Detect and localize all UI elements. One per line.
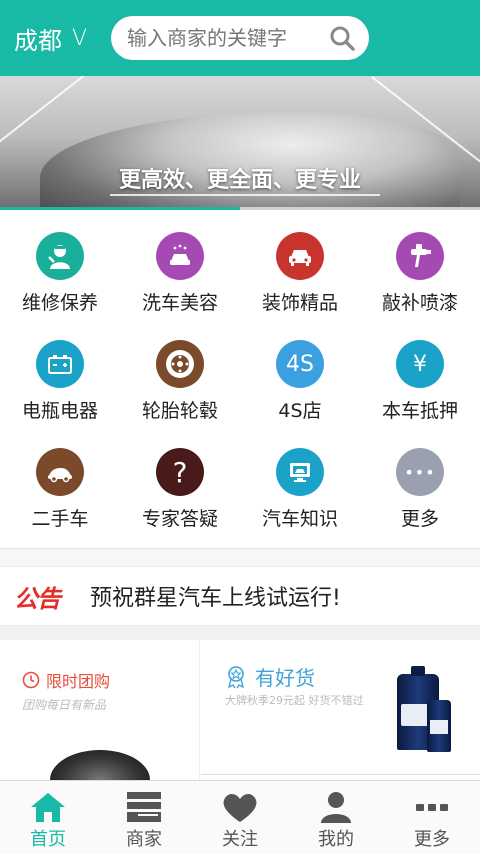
tab-label: 首页 [30, 829, 66, 850]
good-goods-title: 有好货 [255, 666, 315, 690]
category-spray-gun[interactable]: 敲补喷漆 [360, 210, 480, 318]
category-label: 专家答疑 [141, 508, 218, 530]
announcement-tag: 公告 [14, 584, 61, 613]
tab-label: 商家 [126, 829, 162, 850]
more-icon [410, 789, 454, 825]
good-goods-card[interactable]: 有好货 大牌秋季29元起 好货不错过 [201, 640, 480, 780]
4s-store-icon: 4S [276, 340, 324, 388]
search-box[interactable] [111, 16, 369, 60]
car-front-icon [276, 232, 324, 280]
ribbon-icon [227, 665, 245, 688]
tab-more[interactable]: 更多 [384, 781, 480, 854]
4s-store-icon-text: 4S [286, 351, 314, 377]
store-icon [122, 789, 166, 825]
tab-label: 更多 [414, 829, 450, 850]
category-monitor[interactable]: 汽车知识 [240, 426, 360, 534]
user-icon [314, 789, 358, 825]
tab-label: 我的 [318, 829, 354, 850]
city-label: 成都 [14, 26, 62, 55]
yen-icon-text: ¥ [413, 351, 427, 377]
group-buy-title-row: 限时团购 [22, 668, 110, 692]
category-car-wash[interactable]: 洗车美容 [120, 210, 240, 318]
category-label: 更多 [400, 508, 439, 530]
category-more-dots[interactable]: ••• 更多 [360, 426, 480, 534]
tab-heart[interactable]: 关注 [192, 781, 288, 854]
banner-carousel[interactable]: 更高效、更全面、更专业 [0, 76, 480, 210]
category-label: 汽车知识 [261, 508, 338, 530]
mechanic-icon [36, 232, 84, 280]
category-label: 轮胎轮毂 [141, 400, 218, 422]
top-header: 成都 V [0, 0, 480, 76]
category-label: 二手车 [31, 508, 89, 530]
category-label: 电瓶电器 [21, 400, 98, 422]
category-question[interactable]: ? 专家答疑 [120, 426, 240, 534]
spray-gun-icon [396, 232, 444, 280]
category-label: 装饰精品 [261, 292, 338, 314]
section-divider [0, 548, 480, 566]
category-car-front[interactable]: 装饰精品 [240, 210, 360, 318]
category-label: 敲补喷漆 [381, 292, 458, 314]
heart-icon [218, 789, 262, 825]
chevron-down-icon: V [72, 25, 88, 51]
category-used-car[interactable]: 二手车 [0, 426, 120, 534]
tab-store[interactable]: 商家 [96, 781, 192, 854]
announcement-bar[interactable]: 公告 预祝群星汽车上线试运行! [0, 566, 480, 626]
category-battery[interactable]: 电瓶电器 [0, 318, 120, 426]
promo-section: 限时团购 团购每日有新品 有好货 大牌秋季29元起 好货不错过 [0, 640, 480, 780]
category-label: 维修保养 [21, 292, 98, 314]
car-wash-icon [156, 232, 204, 280]
search-input[interactable] [127, 26, 327, 50]
more-dots-icon: ••• [396, 448, 444, 496]
motor-oil-small-image [427, 700, 451, 752]
yen-icon: ¥ [396, 340, 444, 388]
home-icon [26, 789, 70, 825]
tab-user[interactable]: 我的 [288, 781, 384, 854]
tab-label: 关注 [222, 829, 258, 850]
question-icon: ? [156, 448, 204, 496]
search-icon[interactable] [329, 25, 355, 51]
category-yen[interactable]: ¥ 本车抵押 [360, 318, 480, 426]
group-buy-card[interactable]: 限时团购 团购每日有新品 [0, 640, 200, 780]
monitor-icon [276, 448, 324, 496]
banner-underline [110, 194, 380, 196]
good-goods-subtitle: 大牌秋季29元起 好货不错过 [225, 694, 364, 707]
category-4s-store[interactable]: 4S 4S店 [240, 318, 360, 426]
more-dots-icon-text: ••• [404, 462, 436, 482]
category-grid: 维修保养 洗车美容 装饰精品 敲补喷漆 电瓶电器 轮胎轮毂 4S 4S店 ¥ 本车抵押 二手车? 专家… [0, 210, 480, 548]
category-label: 4S店 [278, 400, 322, 422]
category-label: 本车抵押 [381, 400, 458, 422]
city-selector[interactable]: 成都 V [14, 21, 110, 56]
category-label: 洗车美容 [141, 292, 218, 314]
clock-icon [22, 671, 40, 689]
good-goods-title-row: 有好货 [225, 662, 315, 691]
category-mechanic[interactable]: 维修保养 [0, 210, 120, 318]
promo-divider [201, 774, 480, 775]
question-icon-text: ? [172, 455, 188, 489]
announcement-text: 预祝群星汽车上线试运行! [90, 586, 341, 611]
bottom-tab-bar: 首页 商家 关注 我的 更多 [0, 780, 480, 854]
group-buy-subtitle: 团购每日有新品 [22, 698, 107, 712]
tire-icon [156, 340, 204, 388]
group-buy-title: 限时团购 [46, 672, 111, 691]
banner-slogan: 更高效、更全面、更专业 [118, 168, 361, 193]
category-tire[interactable]: 轮胎轮毂 [120, 318, 240, 426]
tab-home[interactable]: 首页 [0, 781, 96, 854]
used-car-icon [36, 448, 84, 496]
tire-image [50, 750, 150, 780]
battery-icon [36, 340, 84, 388]
